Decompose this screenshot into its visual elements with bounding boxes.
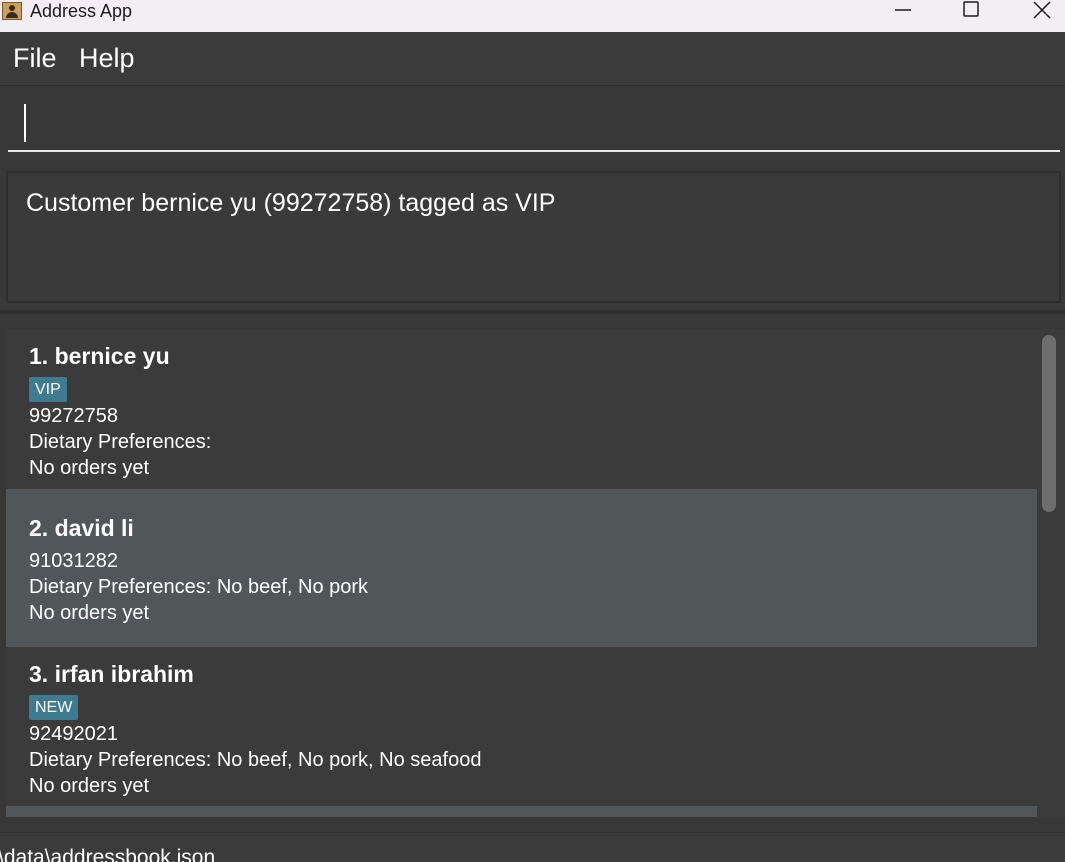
menu-file[interactable]: File	[13, 42, 57, 74]
customer-list[interactable]: 1. bernice yu VIP 99272758 Dietary Prefe…	[6, 329, 1037, 817]
customer-tag: VIP	[29, 377, 67, 402]
menu-help[interactable]: Help	[79, 42, 135, 74]
customer-card[interactable]: 1. bernice yu VIP 99272758 Dietary Prefe…	[6, 329, 1037, 489]
customer-name: 3. irfan ibrahim	[29, 661, 194, 687]
customer-dietary: Dietary Preferences:	[29, 431, 212, 453]
customer-name: 2. david li	[29, 515, 134, 541]
scrollbar-thumb[interactable]	[1042, 335, 1056, 512]
window-title: Address App	[30, 1, 133, 21]
command-input[interactable]	[8, 86, 1060, 152]
customer-card[interactable]: 3. irfan ibrahim NEW 92492021 Dietary Pr…	[6, 647, 1037, 806]
customer-tag: NEW	[29, 695, 79, 720]
customer-card-partial[interactable]	[6, 806, 1037, 817]
customer-orders: No orders yet	[29, 602, 150, 624]
customer-orders: No orders yet	[29, 775, 150, 797]
menu-bar: File Help	[0, 32, 1065, 86]
maximize-button[interactable]	[948, 0, 994, 22]
status-bar: \data\addressbook.json	[0, 832, 1065, 862]
close-button[interactable]	[1019, 0, 1065, 22]
customer-phone: 99272758	[29, 405, 118, 427]
maximize-icon	[963, 1, 979, 17]
customer-dietary: Dietary Preferences: No beef, No pork, N…	[29, 749, 482, 771]
close-icon	[1033, 1, 1051, 19]
title-bar: Address App	[0, 0, 1065, 32]
customer-phone: 92492021	[29, 723, 118, 745]
minimize-icon	[895, 9, 911, 11]
section-divider	[0, 310, 1065, 314]
result-message: Customer bernice yu (99272758) tagged as…	[26, 189, 556, 217]
result-display: Customer bernice yu (99272758) tagged as…	[6, 171, 1061, 303]
customer-orders: No orders yet	[29, 457, 150, 479]
save-location: \data\addressbook.json	[0, 846, 216, 862]
text-caret	[24, 104, 26, 142]
customer-phone: 91031282	[29, 550, 118, 572]
app-contact-icon	[2, 2, 22, 20]
customer-name: 1. bernice yu	[29, 343, 170, 369]
customer-card[interactable]: 2. david li 91031282 Dietary Preferences…	[6, 489, 1037, 647]
customer-dietary: Dietary Preferences: No beef, No pork	[29, 576, 369, 598]
command-area	[0, 86, 1065, 154]
minimize-button[interactable]	[880, 0, 926, 22]
